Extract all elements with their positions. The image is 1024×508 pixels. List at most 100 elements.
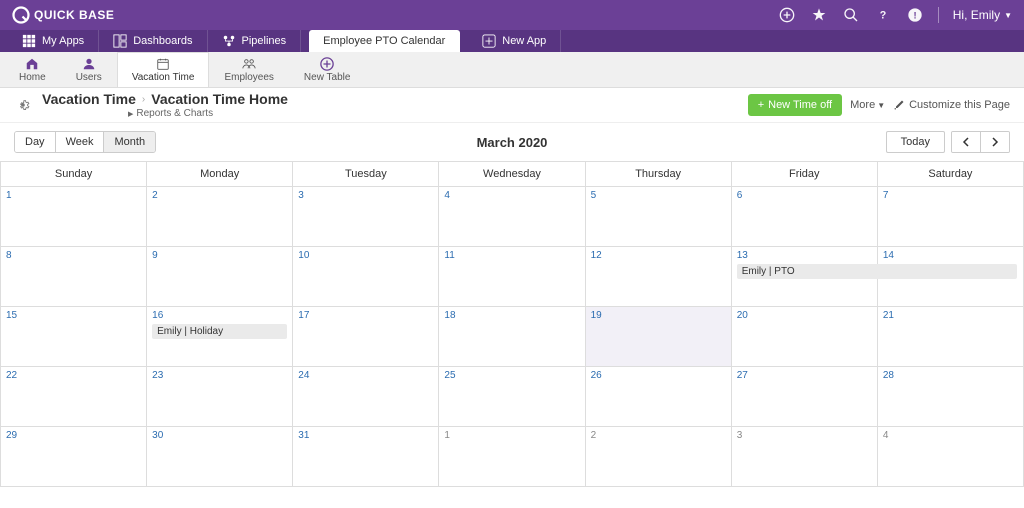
calendar-cell[interactable]: 10 [293, 247, 439, 307]
day-header: Saturday [877, 162, 1023, 187]
breadcrumb: Vacation Time › Vacation Time Home [42, 91, 288, 107]
day-number: 20 [737, 310, 872, 321]
calendar-cell[interactable]: 3 [293, 187, 439, 247]
add-icon[interactable] [778, 6, 796, 24]
help-icon[interactable]: ? [874, 6, 892, 24]
calendar-cell[interactable]: 16Emily | Holiday [147, 307, 293, 367]
day-number: 1 [6, 190, 141, 201]
tab-my-apps[interactable]: My Apps [8, 30, 99, 52]
day-number: 22 [6, 370, 141, 381]
calendar-cell[interactable]: 22 [1, 367, 147, 427]
calendar-cell[interactable]: 18 [439, 307, 585, 367]
today-button[interactable]: Today [886, 131, 945, 153]
calendar-cell[interactable]: 3 [731, 427, 877, 487]
subtab-users[interactable]: Users [61, 52, 117, 87]
breadcrumb-wrap: Vacation Time › Vacation Time Home ▶ Rep… [42, 91, 288, 119]
calendar-cell[interactable]: 20 [731, 307, 877, 367]
customize-label: Customize this Page [909, 99, 1010, 111]
tab-pipelines[interactable]: Pipelines [208, 30, 302, 52]
calendar-cell[interactable]: 19 [585, 307, 731, 367]
calendar-cell[interactable]: 9 [147, 247, 293, 307]
calendar-cell[interactable]: 2 [585, 427, 731, 487]
subtab-new-table[interactable]: New Table [289, 52, 366, 87]
calendar-cell[interactable]: 24 [293, 367, 439, 427]
calendar-cell[interactable]: 25 [439, 367, 585, 427]
day-number: 14 [883, 250, 1018, 261]
subtab-vacation-time[interactable]: Vacation Time [117, 52, 210, 87]
calendar-cell[interactable]: 5 [585, 187, 731, 247]
subtab-label: Vacation Time [132, 72, 195, 83]
day-number: 5 [591, 190, 726, 201]
calendar-cell[interactable]: 4 [439, 187, 585, 247]
calendar-cell[interactable]: 31 [293, 427, 439, 487]
day-number: 18 [444, 310, 579, 321]
tab-label: New App [502, 35, 546, 47]
user-menu[interactable]: Hi, Emily ▼ [953, 8, 1012, 22]
brand-logo[interactable]: QUICK BASE [12, 6, 114, 24]
brand-text: QUICK BASE [34, 8, 114, 22]
calendar-event[interactable]: Emily | Holiday [152, 324, 287, 339]
day-number: 26 [591, 370, 726, 381]
day-number: 4 [883, 430, 1018, 441]
view-week-button[interactable]: Week [56, 132, 105, 152]
new-time-off-button[interactable]: + New Time off [748, 94, 842, 116]
svg-text:?: ? [879, 9, 886, 21]
calendar-cell[interactable]: 28 [877, 367, 1023, 427]
calendar-cell[interactable]: 1 [1, 187, 147, 247]
search-icon[interactable] [842, 6, 860, 24]
sub-links[interactable]: ▶ Reports & Charts [42, 108, 288, 119]
alert-icon[interactable]: ! [906, 6, 924, 24]
calendar-grid: SundayMondayTuesdayWednesdayThursdayFrid… [0, 162, 1024, 487]
calendar-controls: Day Week Month March 2020 Today [0, 123, 1024, 161]
next-month-button[interactable] [981, 132, 1009, 152]
tab-dashboards[interactable]: Dashboards [99, 30, 207, 52]
calendar-cell[interactable]: 7 [877, 187, 1023, 247]
svg-text:!: ! [913, 10, 916, 20]
tab-new-app[interactable]: New App [468, 30, 561, 52]
customize-page-link[interactable]: Customize this Page [893, 99, 1010, 111]
day-number: 4 [444, 190, 579, 201]
calendar-event[interactable]: Emily | PTO [737, 264, 1017, 279]
tab-bar: My Apps Dashboards Pipelines Employee PT… [0, 30, 1024, 52]
caret-down-icon: ▼ [877, 101, 885, 110]
prev-month-button[interactable] [952, 132, 981, 152]
calendar-cell[interactable]: 29 [1, 427, 147, 487]
calendar-cell[interactable]: 15 [1, 307, 147, 367]
day-number: 7 [883, 190, 1018, 201]
caret-down-icon: ▼ [1004, 11, 1012, 20]
day-number: 3 [298, 190, 433, 201]
settings-gear-icon[interactable] [14, 96, 32, 114]
calendar-cell[interactable]: 27 [731, 367, 877, 427]
calendar-cell[interactable]: 1 [439, 427, 585, 487]
more-menu[interactable]: More ▼ [850, 99, 885, 111]
user-greeting-text: Hi, Emily [953, 8, 1000, 22]
reports-link: Reports & Charts [136, 108, 213, 119]
calendar-cell[interactable]: 12 [585, 247, 731, 307]
day-number: 12 [591, 250, 726, 261]
breadcrumb-root[interactable]: Vacation Time [42, 91, 136, 107]
star-icon[interactable] [810, 6, 828, 24]
calendar-cell[interactable]: 26 [585, 367, 731, 427]
sub-toolbar: Home Users Vacation Time Employees New T… [0, 52, 1024, 88]
calendar-cell[interactable]: 17 [293, 307, 439, 367]
triangle-right-icon: ▶ [128, 110, 133, 118]
calendar-cell[interactable]: 23 [147, 367, 293, 427]
calendar-cell[interactable]: 6 [731, 187, 877, 247]
subtab-employees[interactable]: Employees [209, 52, 288, 87]
calendar-cell[interactable]: 4 [877, 427, 1023, 487]
subtab-home[interactable]: Home [4, 52, 61, 87]
view-month-button[interactable]: Month [104, 132, 155, 152]
calendar-cell[interactable]: 2 [147, 187, 293, 247]
tab-active-app[interactable]: Employee PTO Calendar [309, 30, 460, 52]
plus-icon: + [758, 99, 764, 111]
page-header: Vacation Time › Vacation Time Home ▶ Rep… [0, 88, 1024, 123]
calendar-cell[interactable]: 13Emily | PTO [731, 247, 877, 307]
calendar-cell[interactable]: 8 [1, 247, 147, 307]
calendar-cell[interactable]: 30 [147, 427, 293, 487]
calendar-title: March 2020 [477, 135, 548, 150]
day-number: 23 [152, 370, 287, 381]
calendar-cell[interactable]: 21 [877, 307, 1023, 367]
calendar-cell[interactable]: 11 [439, 247, 585, 307]
calendar-scroll[interactable]: SundayMondayTuesdayWednesdayThursdayFrid… [0, 161, 1024, 508]
view-day-button[interactable]: Day [15, 132, 56, 152]
